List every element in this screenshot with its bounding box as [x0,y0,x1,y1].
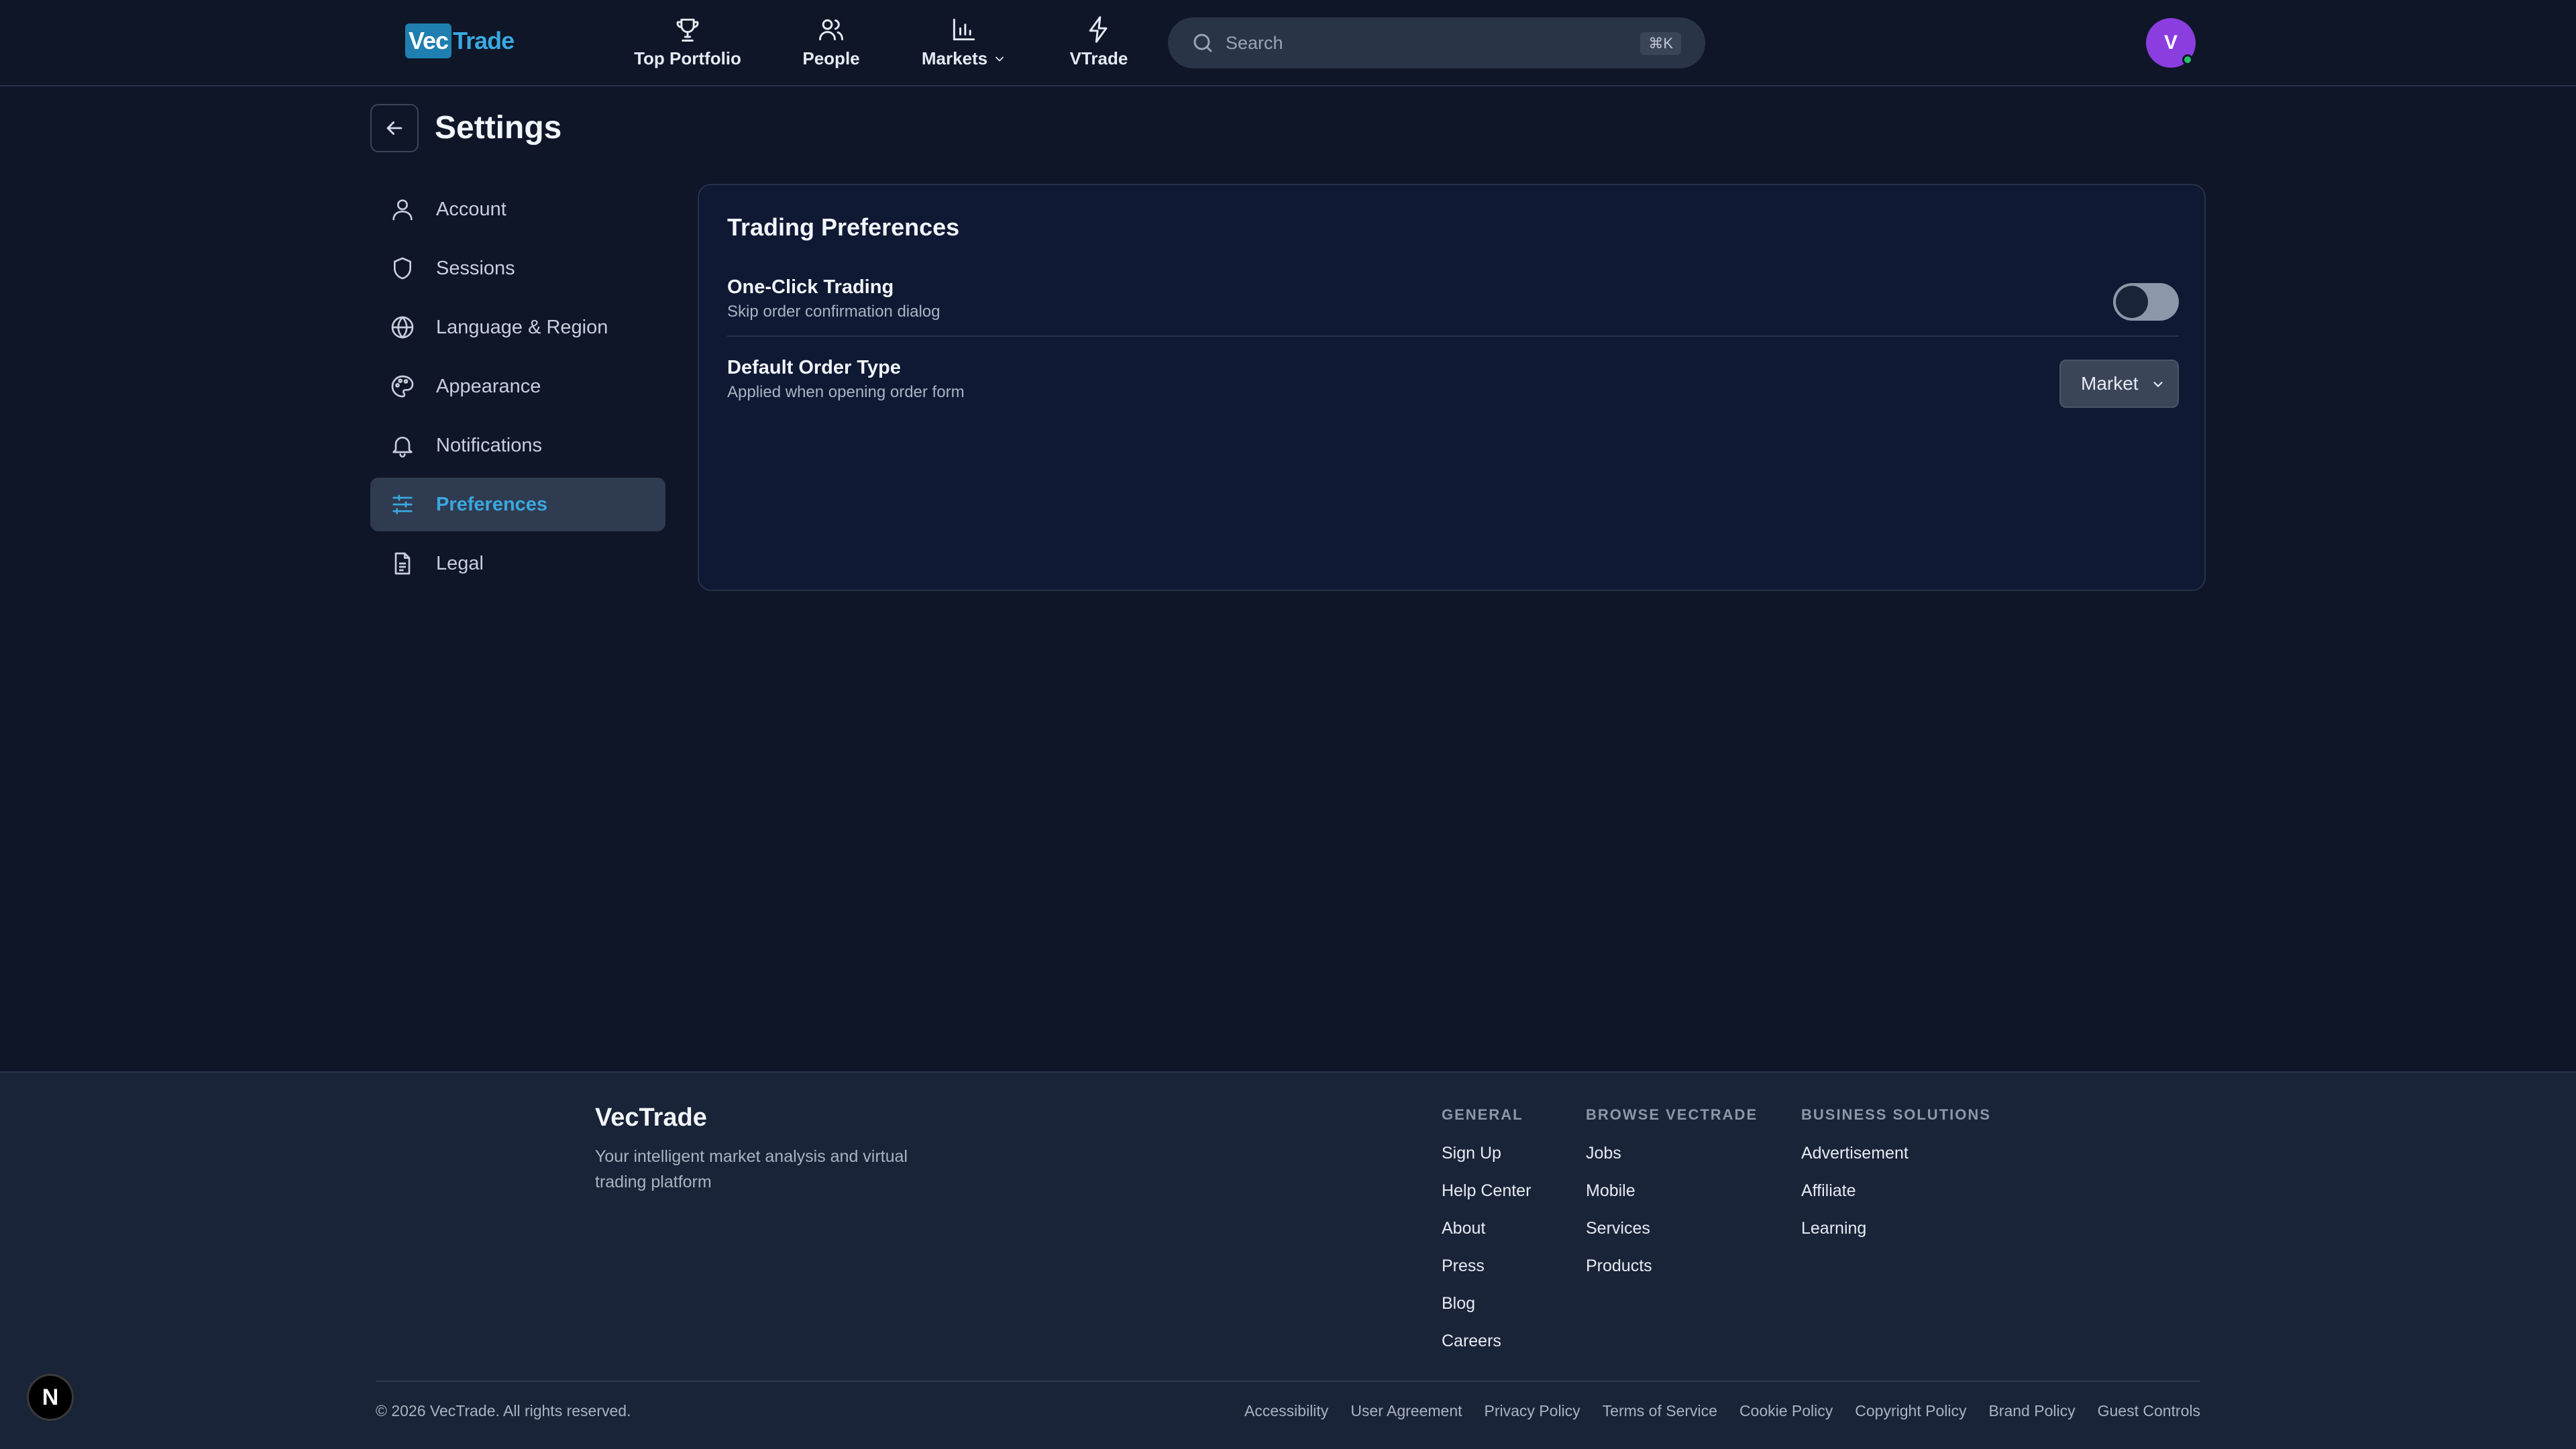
chevron-down-icon [2151,377,2165,392]
shield-icon [389,255,416,282]
user-icon [389,196,416,223]
sidebar-item-language-region[interactable]: Language & Region [370,301,665,354]
bell-icon [389,432,416,459]
footer-link[interactable]: Jobs [1586,1141,1758,1179]
one-click-trading-toggle[interactable] [2113,283,2179,321]
nav-label: Markets [922,48,1006,69]
sidebar-item-legal[interactable]: Legal [370,537,665,590]
nav-people[interactable]: People [801,15,861,72]
settings-sidebar: Account Sessions Language & Region Appea… [370,182,665,596]
sidebar-item-sessions[interactable]: Sessions [370,241,665,295]
search-shortcut-hint: ⌘K [1640,32,1681,55]
back-button[interactable] [370,104,419,152]
setting-description: Skip order confirmation dialog [727,303,941,321]
logo-mark: Vec [405,23,452,58]
people-icon [816,15,846,44]
footer-column-browse: BROWSE VECTRADE Jobs Mobile Services Pro… [1586,1106,1758,1291]
badge-label: N [42,1384,59,1410]
footer-link[interactable]: Learning [1801,1216,1991,1254]
legal-link[interactable]: User Agreement [1350,1402,1462,1420]
nav-label: People [802,48,860,68]
online-status-dot [2182,54,2193,65]
bar-chart-icon [949,15,979,44]
footer-link[interactable]: Careers [1442,1329,1531,1366]
chevron-down-icon [993,52,1006,66]
footer-legal-links: Accessibility User Agreement Privacy Pol… [1222,1402,2200,1420]
toggle-knob [2116,286,2148,318]
sidebar-item-account[interactable]: Account [370,182,665,236]
card-title: Trading Preferences [727,213,960,241]
sidebar-item-label: Sessions [436,257,515,279]
footer-link[interactable]: About [1442,1216,1531,1254]
legal-link[interactable]: Guest Controls [2098,1402,2200,1420]
legal-link[interactable]: Brand Policy [1988,1402,2075,1420]
legal-link[interactable]: Accessibility [1244,1402,1328,1420]
setting-label: Default Order Type [727,357,901,378]
footer-link[interactable]: Sign Up [1442,1141,1531,1179]
order-type-select[interactable]: Market [2059,360,2179,408]
default-order-type-row: Default Order Type Applied when opening … [727,357,2179,417]
palette-icon [389,373,416,400]
nav-label: VTrade [1069,48,1128,68]
footer-link[interactable]: Press [1442,1254,1531,1291]
trading-preferences-card: Trading Preferences One-Click Trading Sk… [698,184,2206,591]
legal-link[interactable]: Privacy Policy [1485,1402,1580,1420]
footer-link[interactable]: Affiliate [1801,1179,1991,1216]
search-input[interactable] [1226,27,1574,59]
copyright-text: © 2026 VecTrade. All rights reserved. [376,1402,631,1419]
avatar-initial: V [2163,32,2178,54]
sidebar-item-label: Preferences [436,493,548,515]
sidebar-item-preferences[interactable]: Preferences [370,478,665,531]
footer-link[interactable]: Services [1586,1216,1758,1254]
nav-top-portfolio[interactable]: Top Portfolio [632,15,743,72]
footer-link[interactable]: Help Center [1442,1179,1531,1216]
footer-column-heading: GENERAL [1442,1106,1523,1123]
arrow-left-icon [383,117,406,140]
footer-brand: VecTrade [595,1104,707,1132]
sidebar-item-appearance[interactable]: Appearance [370,360,665,413]
sidebar-item-label: Legal [436,552,484,574]
footer-column-heading: BROWSE VECTRADE [1586,1106,1758,1123]
nav-label: Top Portfolio [634,48,741,68]
vectrade-logo[interactable]: Vec Trade [405,23,515,59]
footer-link[interactable]: Blog [1442,1291,1531,1329]
footer-divider [376,1381,2200,1382]
sidebar-item-notifications[interactable]: Notifications [370,419,665,472]
footer-column-heading: BUSINESS SOLUTIONS [1801,1106,1991,1123]
footer-tagline: Your intelligent market analysis and vir… [595,1147,908,1191]
legal-link[interactable]: Cookie Policy [1739,1402,1833,1420]
footer-link[interactable]: Products [1586,1254,1758,1291]
document-icon [389,550,416,577]
footer-column-business: BUSINESS SOLUTIONS Advertisement Affilia… [1801,1106,1991,1254]
sidebar-item-label: Language & Region [436,316,608,338]
one-click-trading-row: One-Click Trading Skip order confirmatio… [727,276,2179,337]
lightning-icon [1084,15,1114,44]
select-value: Market [2081,373,2139,394]
footer-link[interactable]: Mobile [1586,1179,1758,1216]
sidebar-item-label: Account [436,198,506,220]
sidebar-item-label: Notifications [436,434,542,456]
sliders-icon [389,491,416,518]
user-avatar[interactable]: V [2146,18,2196,68]
legal-link[interactable]: Copyright Policy [1855,1402,1966,1420]
nav-markets-dropdown[interactable]: Markets [920,15,1008,72]
page-title: Settings [435,110,562,146]
nav-vtrade[interactable]: VTrade [1067,15,1131,72]
setting-label: One-Click Trading [727,276,894,298]
trophy-icon [673,15,702,44]
search-icon [1191,31,1215,55]
footer-column-general: GENERAL Sign Up Help Center About Press … [1442,1106,1531,1366]
search-bar: ⌘K [1168,17,1705,68]
logo-wordmark: Trade [453,27,515,54]
footer-link[interactable]: Advertisement [1801,1141,1991,1179]
sidebar-item-label: Appearance [436,375,541,397]
legal-link[interactable]: Terms of Service [1603,1402,1717,1420]
site-footer: VecTrade Your intelligent market analysi… [0,1071,2576,1449]
globe-icon [389,314,416,341]
setting-description: Applied when opening order form [727,383,965,401]
dev-tools-badge[interactable]: N [27,1374,74,1421]
top-navigation-bar: Vec Trade Top Portfolio People Markets V… [0,0,2576,87]
